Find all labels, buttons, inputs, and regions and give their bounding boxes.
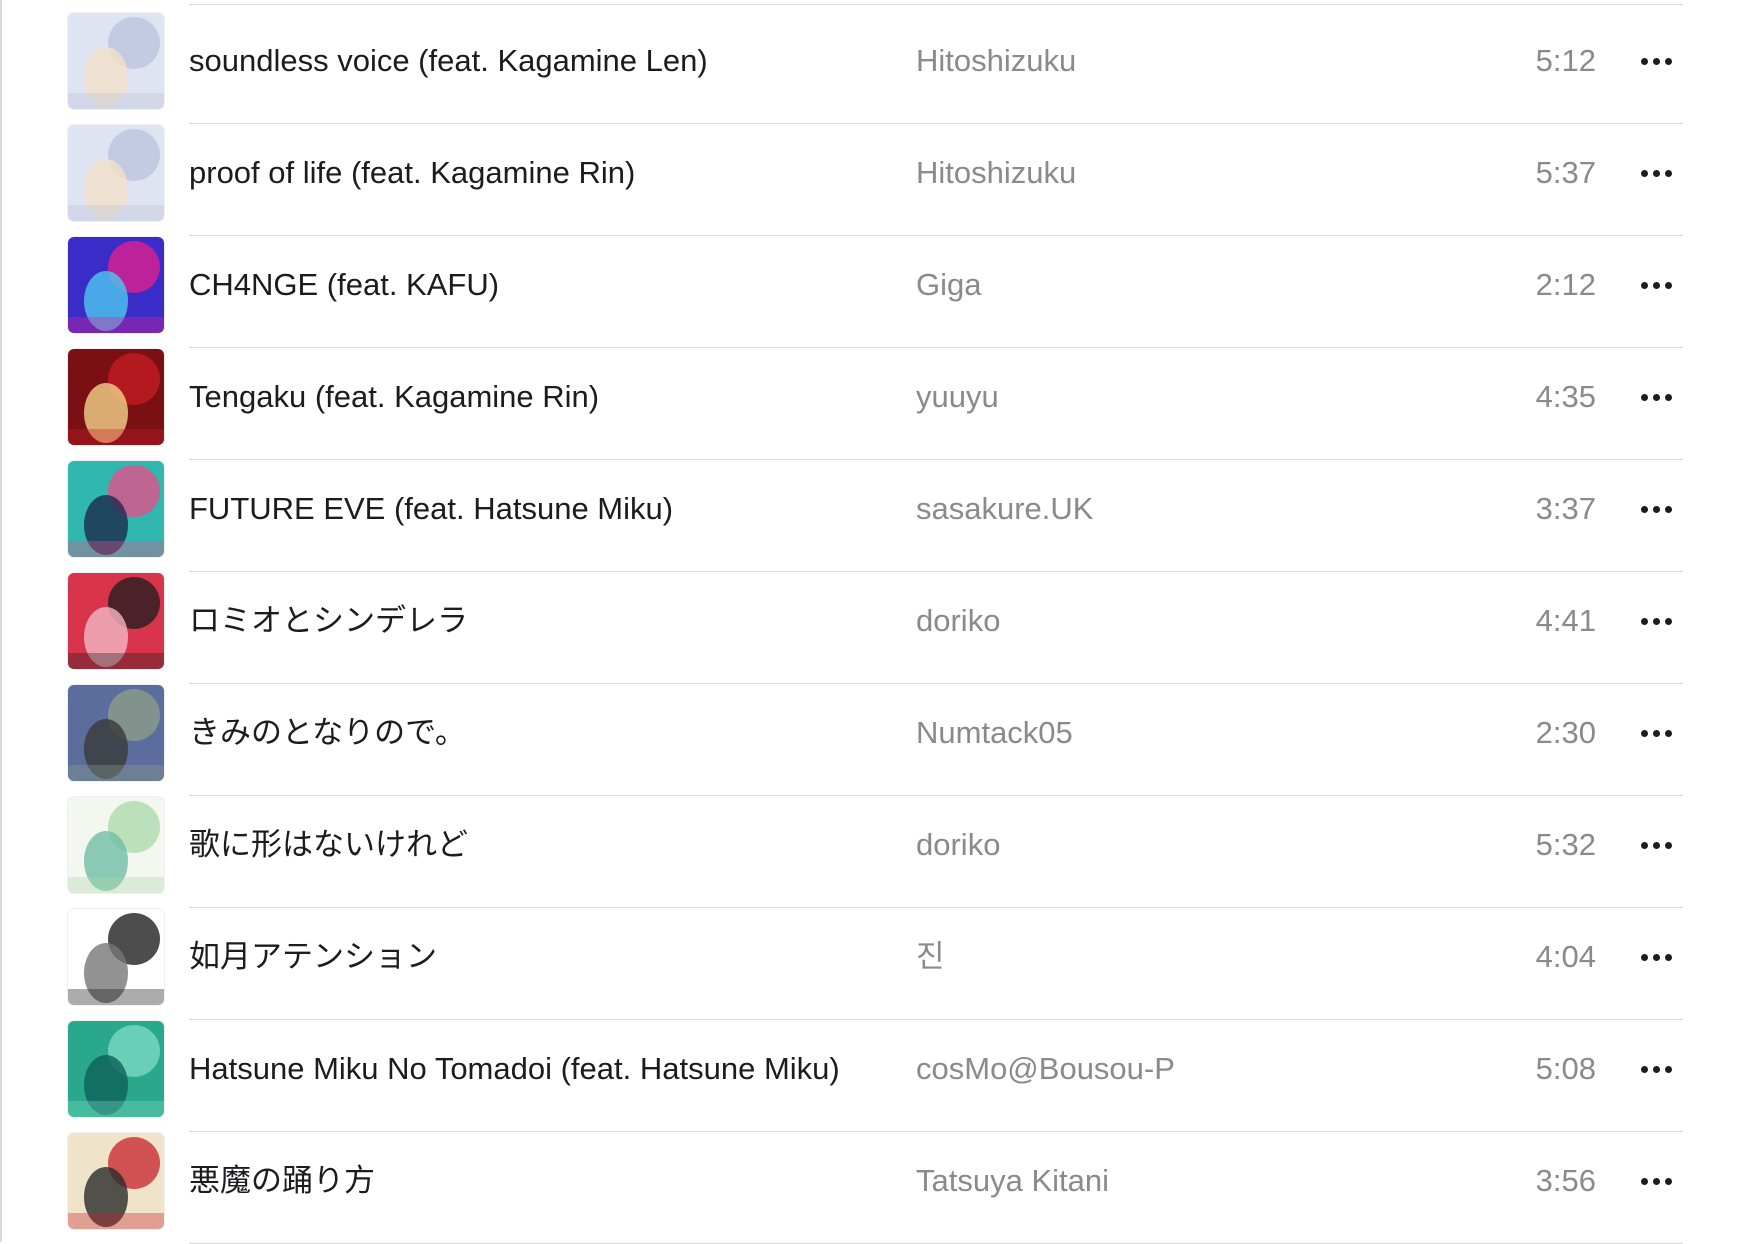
track-artist[interactable]: doriko xyxy=(916,572,1000,670)
track-row[interactable]: FUTURE EVE (feat. Hatsune Miku) sasakure… xyxy=(0,460,1748,572)
track-duration: 3:56 xyxy=(1535,1163,1596,1198)
track-row[interactable]: 悪魔の踊り方 Tatsuya Kitani 3:56 xyxy=(0,1132,1748,1244)
track-row[interactable]: 如月アテンション 진 4:04 xyxy=(0,908,1748,1020)
more-options-button[interactable] xyxy=(1632,381,1680,413)
more-options-button[interactable] xyxy=(1632,269,1680,301)
track-row[interactable]: 歌に形はないけれど doriko 5:32 xyxy=(0,796,1748,908)
track-duration: 4:41 xyxy=(1535,603,1596,638)
track-artist[interactable]: cosMo@Bousou-P xyxy=(916,1020,1175,1118)
more-options-button[interactable] xyxy=(1632,493,1680,525)
ellipsis-icon xyxy=(1640,953,1648,961)
track-duration: 5:32 xyxy=(1535,827,1596,862)
track-row[interactable]: Hatsune Miku No Tomadoi (feat. Hatsune M… xyxy=(0,1020,1748,1132)
track-row[interactable]: soundless voice (feat. Kagamine Len) Hit… xyxy=(0,12,1748,124)
more-options-button[interactable] xyxy=(1632,829,1680,861)
ellipsis-icon xyxy=(1640,729,1648,737)
more-options-button[interactable] xyxy=(1632,717,1680,749)
ellipsis-icon xyxy=(1640,505,1648,513)
track-title: 悪魔の踊り方 xyxy=(189,1163,375,1198)
track-title: きみのとなりので。 xyxy=(189,715,466,750)
miku-tomadoi-artwork[interactable] xyxy=(68,1021,164,1117)
akuma-no-odorikata-artwork[interactable] xyxy=(68,1133,164,1229)
track-row[interactable]: きみのとなりので。 Numtack05 2:30 xyxy=(0,684,1748,796)
more-options-button[interactable] xyxy=(1632,941,1680,973)
track-title: Tengaku (feat. Kagamine Rin) xyxy=(189,379,600,414)
track-artist[interactable]: doriko xyxy=(916,796,1000,894)
kimino-tonari-artwork[interactable] xyxy=(68,685,164,781)
track-artist[interactable]: Hitoshizuku xyxy=(916,12,1076,110)
track-title: proof of life (feat. Kagamine Rin) xyxy=(189,155,636,190)
track-title: FUTURE EVE (feat. Hatsune Miku) xyxy=(189,491,674,526)
track-artist[interactable]: Numtack05 xyxy=(916,684,1073,782)
ellipsis-icon xyxy=(1640,169,1648,177)
track-artist[interactable]: sasakure.UK xyxy=(916,460,1093,558)
kafu-artwork[interactable] xyxy=(68,237,164,333)
track-artist[interactable]: Hitoshizuku xyxy=(916,124,1076,222)
track-duration: 5:37 xyxy=(1535,155,1596,190)
track-title: Hatsune Miku No Tomadoi (feat. Hatsune M… xyxy=(189,1051,840,1086)
track-title: soundless voice (feat. Kagamine Len) xyxy=(189,43,708,78)
rin-len-artwork[interactable] xyxy=(68,13,164,109)
ellipsis-icon xyxy=(1640,1177,1648,1185)
track-row[interactable]: CH4NGE (feat. KAFU) Giga 2:12 xyxy=(0,236,1748,348)
track-duration: 4:04 xyxy=(1535,939,1596,974)
romeo-cinderella-artwork[interactable] xyxy=(68,573,164,669)
track-title: ロミオとシンデレラ xyxy=(189,603,468,638)
ellipsis-icon xyxy=(1640,841,1648,849)
uta-ni-katachi-artwork[interactable] xyxy=(68,797,164,893)
track-row[interactable]: proof of life (feat. Kagamine Rin) Hitos… xyxy=(0,124,1748,236)
track-row[interactable]: Tengaku (feat. Kagamine Rin) yuuyu 4:35 xyxy=(0,348,1748,460)
kisaragi-attention-artwork[interactable] xyxy=(68,909,164,1005)
track-artist[interactable]: yuuyu xyxy=(916,348,999,446)
track-duration: 3:37 xyxy=(1535,491,1596,526)
ellipsis-icon xyxy=(1640,281,1648,289)
more-options-button[interactable] xyxy=(1632,157,1680,189)
top-divider xyxy=(189,4,1683,5)
more-options-button[interactable] xyxy=(1632,1053,1680,1085)
ellipsis-icon xyxy=(1640,393,1648,401)
tengaku-artwork[interactable] xyxy=(68,349,164,445)
track-duration: 2:12 xyxy=(1535,267,1596,302)
ellipsis-icon xyxy=(1640,57,1648,65)
track-title: 如月アテンション xyxy=(189,939,437,974)
track-artist[interactable]: Giga xyxy=(916,236,981,334)
rin-len-artwork[interactable] xyxy=(68,125,164,221)
track-duration: 2:30 xyxy=(1535,715,1596,750)
more-options-button[interactable] xyxy=(1632,1165,1680,1197)
track-title: CH4NGE (feat. KAFU) xyxy=(189,267,500,302)
track-duration: 5:08 xyxy=(1535,1051,1596,1086)
track-artist[interactable]: Tatsuya Kitani xyxy=(916,1132,1109,1230)
ellipsis-icon xyxy=(1640,1065,1648,1073)
more-options-button[interactable] xyxy=(1632,45,1680,77)
future-eve-artwork[interactable] xyxy=(68,461,164,557)
more-options-button[interactable] xyxy=(1632,605,1680,637)
track-duration: 4:35 xyxy=(1535,379,1596,414)
ellipsis-icon xyxy=(1640,617,1648,625)
track-title: 歌に形はないけれど xyxy=(189,827,468,862)
track-duration: 5:12 xyxy=(1535,43,1596,78)
track-list: soundless voice (feat. Kagamine Len) Hit… xyxy=(0,12,1748,1244)
track-row[interactable]: ロミオとシンデレラ doriko 4:41 xyxy=(0,572,1748,684)
track-artist[interactable]: 진 xyxy=(916,908,945,1006)
